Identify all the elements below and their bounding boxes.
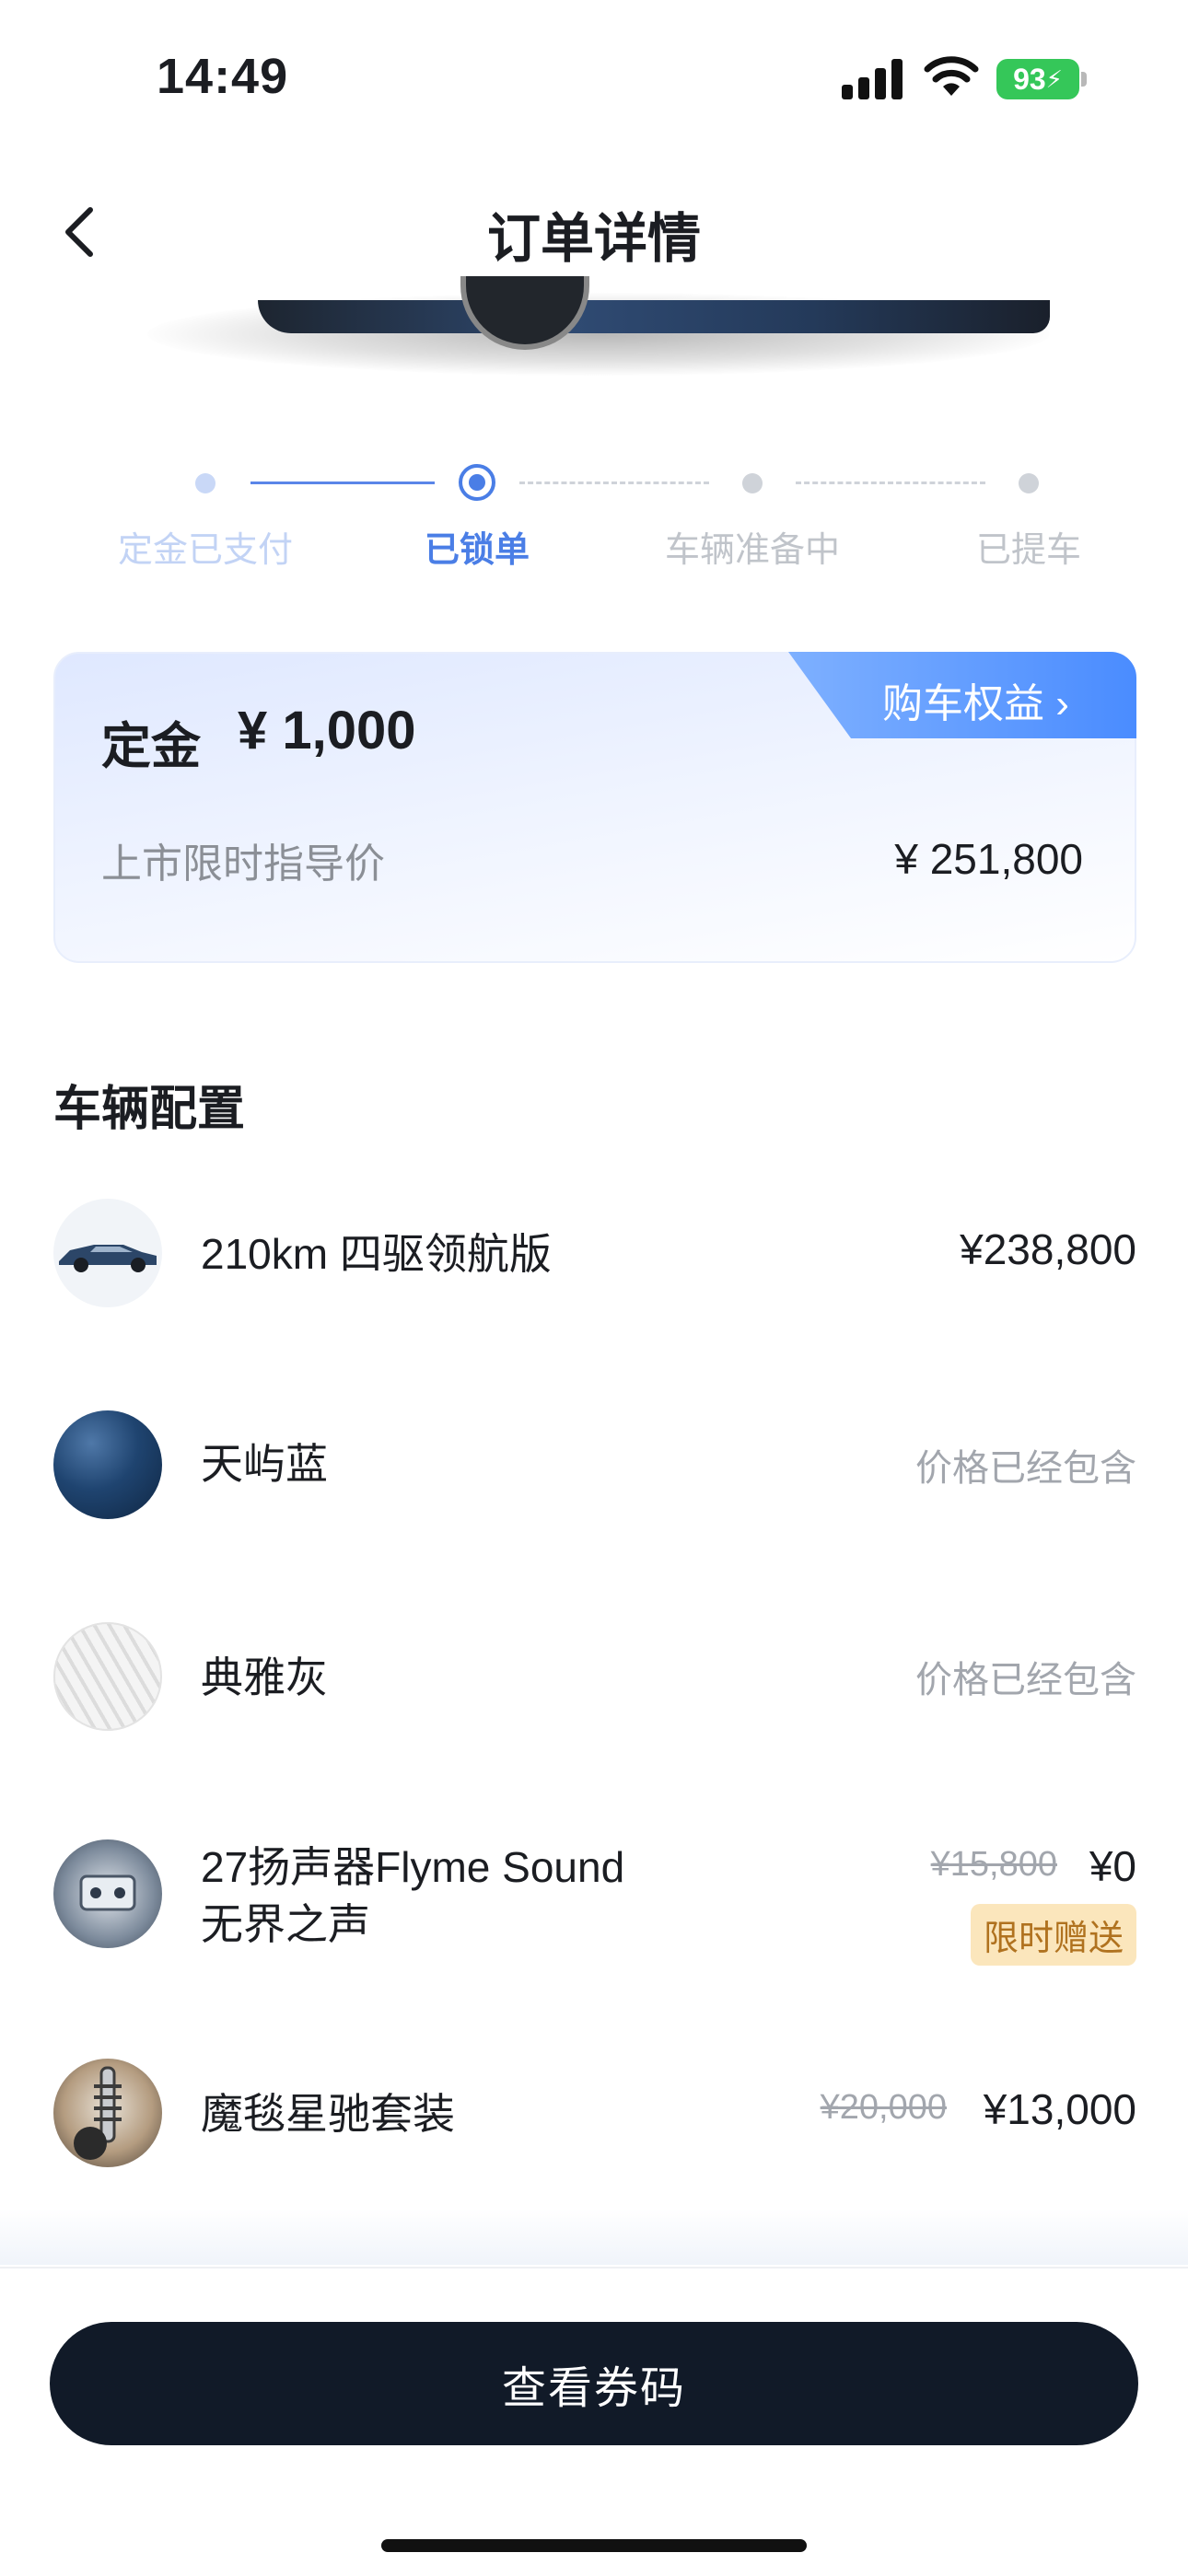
step-dot-deposit-paid xyxy=(195,473,215,493)
config-item-name: 210km 四驱领航版 xyxy=(201,1230,552,1278)
step-line-1 xyxy=(250,482,435,484)
config-item-included-note: 价格已经包含 xyxy=(915,1448,1136,1489)
deposit-amount: ¥ 1,000 xyxy=(238,701,416,760)
config-item-original-price: ¥20,000 xyxy=(820,2088,947,2127)
battery-level: 93 xyxy=(1013,62,1046,96)
guide-price-value: ¥ 251,800 xyxy=(894,835,1083,883)
config-item-price: ¥238,800 xyxy=(960,1225,1136,1273)
config-item-price: ¥0 xyxy=(1089,1842,1136,1890)
purchase-benefits-label[interactable]: 购车权益 › xyxy=(882,670,1069,729)
section-title-vehicle-config: 车辆配置 xyxy=(53,1083,246,1136)
config-item-included-note: 价格已经包含 xyxy=(915,1660,1136,1700)
battery-indicator: 93 ⚡ xyxy=(996,59,1079,99)
car-image xyxy=(258,300,1050,333)
audio-package-thumbnail xyxy=(53,1839,162,1948)
step-dot-preparing xyxy=(742,473,763,493)
guide-price-label: 上市限时指导价 xyxy=(101,841,385,887)
trim-thumbnail xyxy=(53,1199,162,1307)
step-label-delivered: 已提车 xyxy=(975,531,1081,570)
step-dot-locked xyxy=(459,464,495,501)
config-item-name: 天屿蓝 xyxy=(201,1440,328,1488)
battery-tip xyxy=(1081,72,1087,87)
config-item-name: 典雅灰 xyxy=(201,1654,328,1701)
status-time: 14:49 xyxy=(157,49,289,104)
step-label-preparing: 车辆准备中 xyxy=(664,531,840,570)
home-indicator[interactable] xyxy=(381,2539,807,2552)
limited-gift-badge: 限时赠送 xyxy=(970,1904,1136,1966)
config-item-name-line2: 无界之声 xyxy=(201,1900,370,1948)
step-line-3 xyxy=(796,482,985,484)
page-title: 订单详情 xyxy=(486,209,701,269)
config-item-price: ¥13,000 xyxy=(983,2085,1136,2133)
interior-swatch-gray xyxy=(53,1622,162,1731)
config-item-original-price: ¥15,800 xyxy=(930,1845,1057,1884)
step-dot-delivered xyxy=(1019,473,1039,493)
config-item-name: 魔毯星驰套装 xyxy=(201,2090,455,2138)
deposit-label: 定金 xyxy=(101,719,201,774)
step-line-2 xyxy=(519,482,709,484)
scroll-fade xyxy=(0,2210,1188,2265)
cellular-signal-icon xyxy=(842,59,904,99)
wifi-icon xyxy=(924,56,979,96)
step-label-deposit-paid: 定金已支付 xyxy=(117,531,293,570)
color-swatch-blue xyxy=(53,1410,162,1519)
config-item-name-line1: 27扬声器Flyme Sound xyxy=(201,1843,625,1891)
step-label-locked: 已锁单 xyxy=(424,531,530,570)
view-coupon-code-button[interactable]: 查看券码 xyxy=(50,2322,1138,2445)
charging-icon: ⚡ xyxy=(1045,64,1063,93)
suspension-package-thumbnail xyxy=(53,2059,162,2167)
